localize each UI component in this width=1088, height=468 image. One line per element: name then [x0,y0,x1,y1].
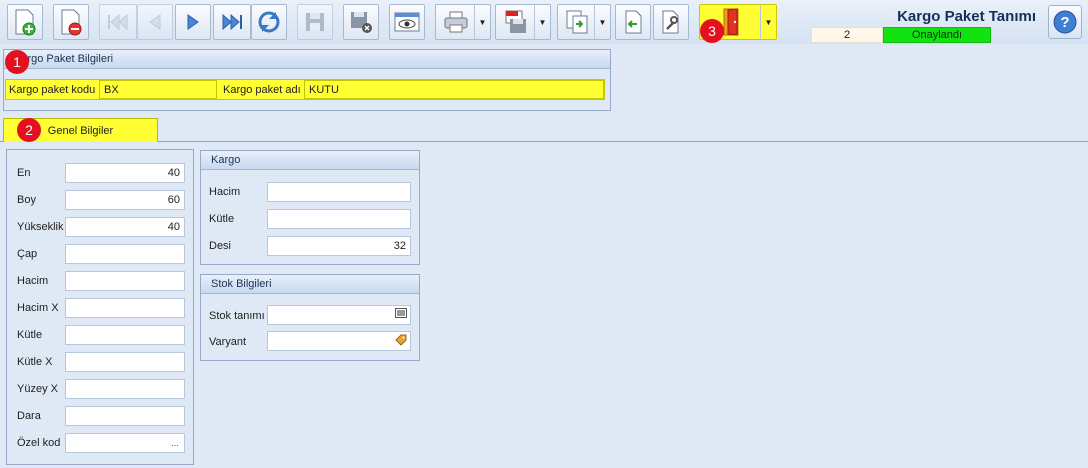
hacim-input[interactable] [65,271,185,291]
stock-group-title: Stok Bilgileri [201,275,419,294]
svg-text:?: ? [1060,14,1069,31]
kargo-kutle-input[interactable] [267,209,411,229]
kargo-desi-input[interactable]: 32 [267,236,411,256]
preview-button[interactable] [389,4,425,40]
cap-input[interactable] [65,244,185,264]
kargo-label-desi: Desi [209,240,232,252]
field-label-ozel-kod: Özel kod [17,437,61,449]
stock-definition-input[interactable] [267,305,411,325]
kargo-group: Kargo Hacim Kütle Desi 32 [200,150,420,265]
callout-marker-2: 2 [17,118,41,142]
refresh-button[interactable] [251,4,287,40]
tools-icon [662,10,679,34]
delete-record-button[interactable] [53,4,89,40]
previous-record-button[interactable] [137,4,173,40]
barcode-icon[interactable] [394,308,408,322]
tools-button[interactable] [653,4,689,40]
tag-icon[interactable] [394,334,408,348]
next-record-button[interactable] [175,4,211,40]
exit-dropdown-arrow-icon[interactable]: ▼ [760,5,776,39]
ellipsis-icon[interactable]: ... [168,436,182,450]
page-title: Kargo Paket Tanımı [897,8,1036,25]
field-label-dara: Dara [17,410,41,422]
toolbar: ▼ ▼ ▼ ▼ Kargo Paket Tanımı 2 Onaylandı ? [0,0,1088,44]
copy-dropdown-arrow-icon[interactable]: ▼ [594,5,610,39]
help-button[interactable]: ? [1048,5,1082,39]
save-close-button[interactable] [343,4,379,40]
next-record-icon [187,14,199,30]
print-split-button[interactable]: ▼ [435,4,491,40]
tab-strip [0,141,1088,142]
copy-export-split-button[interactable]: ▼ [557,4,611,40]
callout-marker-1: 1 [5,50,29,74]
record-number: 2 [811,27,883,43]
cargo-package-panel-title: Kargo Paket Bilgileri [4,50,610,69]
cargo-package-panel: Kargo Paket Bilgileri Kargo paket kodu B… [3,49,611,111]
print-dropdown-arrow-icon[interactable]: ▼ [474,5,490,39]
hacim-x-input[interactable] [65,298,185,318]
pdf-export-button[interactable] [496,5,536,39]
dara-input[interactable] [65,406,185,426]
variant-input[interactable] [267,331,411,351]
delete-record-icon [61,9,82,36]
cargo-name-input[interactable]: KUTU [304,80,604,99]
first-record-icon [108,13,128,31]
field-label-en: En [17,167,31,179]
save-close-icon [351,12,372,33]
kargo-group-title: Kargo [201,151,419,170]
field-label-yuzey-x: Yüzey X [17,383,58,395]
title-area: Kargo Paket Tanımı 2 Onaylandı [806,8,1036,44]
kargo-hacim-input[interactable] [267,182,411,202]
cargo-name-label: Kargo paket adı [223,84,301,96]
preview-icon [394,12,420,32]
kargo-label-hacim: Hacim [209,186,241,198]
save-button[interactable] [297,4,333,40]
stock-label-variant: Varyant [209,336,247,348]
callout-marker-3: 3 [700,19,724,43]
copy-export-button[interactable] [558,5,596,39]
ozel-kod-input[interactable]: ... [65,433,185,453]
cargo-code-label: Kargo paket kodu [9,84,96,96]
general-fields-panel: En 40 Boy 60 Yükseklik 40 Çap Hacim Haci… [6,149,194,465]
last-record-icon [222,13,242,31]
yukseklik-input[interactable]: 40 [65,217,185,237]
field-label-boy: Boy [17,194,36,206]
stock-label-definition: Stok tanımı [209,310,265,322]
first-record-button[interactable] [99,4,137,40]
help-icon: ? [1053,10,1077,34]
yuzey-x-input[interactable] [65,379,185,399]
field-label-cap: Çap [17,248,38,260]
status-badge: Onaylandı [883,27,991,43]
new-record-button[interactable] [7,4,43,40]
field-label-hacim: Hacim [17,275,49,287]
tab-genel-bilgiler-label: Genel Bilgiler [47,125,114,137]
previous-record-icon [149,14,161,30]
cargo-package-row: Kargo paket kodu BX Kargo paket adı KUTU [5,79,605,100]
cargo-code-input[interactable]: BX [99,80,217,99]
save-icon [306,13,324,31]
field-label-yukseklik: Yükseklik [17,221,64,233]
last-record-button[interactable] [213,4,251,40]
field-label-hacim-x: Hacim X [17,302,59,314]
new-record-icon [15,9,36,36]
print-button[interactable] [436,5,476,39]
pdf-export-split-button[interactable]: ▼ [495,4,551,40]
kutle-input[interactable] [65,325,185,345]
field-label-kutle-x: Kütle X [17,356,53,368]
en-input[interactable]: 40 [65,163,185,183]
stock-group: Stok Bilgileri Stok tanımı Varyant [200,274,420,361]
import-button[interactable] [615,4,651,40]
kargo-label-kutle: Kütle [209,213,235,225]
boy-input[interactable]: 60 [65,190,185,210]
import-icon [625,10,642,34]
field-label-kutle: Kütle [17,329,43,341]
pdf-export-icon [505,10,526,33]
pdf-dropdown-arrow-icon[interactable]: ▼ [534,5,550,39]
kutle-x-input[interactable] [65,352,185,372]
refresh-icon [258,11,280,33]
print-icon [444,11,468,33]
copy-export-icon [566,10,588,34]
